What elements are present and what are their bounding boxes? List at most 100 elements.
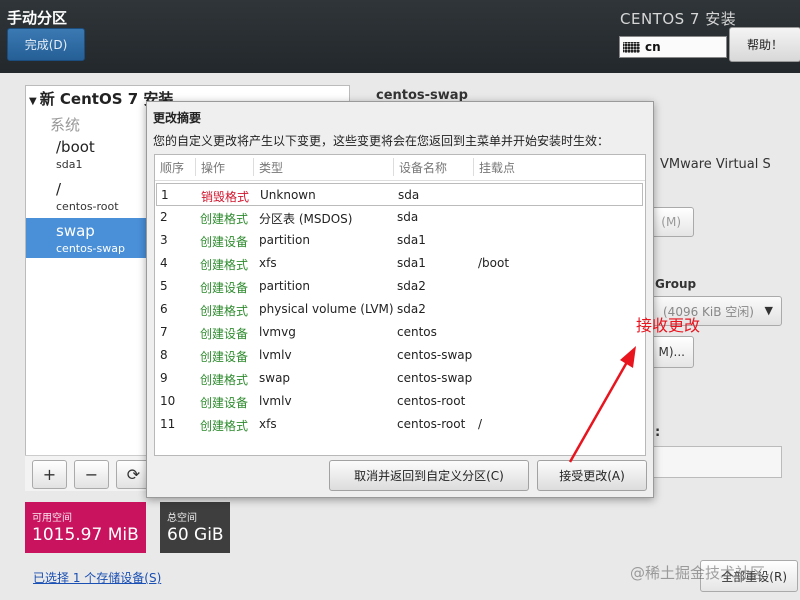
cell-device: sda2 bbox=[397, 279, 426, 293]
cell-action: 创建格式 bbox=[200, 258, 249, 272]
cell-device: centos-swap bbox=[397, 348, 473, 362]
accept-changes-button[interactable]: 接受更改(A) bbox=[537, 460, 647, 491]
cell-action: 销毁格式 bbox=[201, 190, 250, 204]
changes-table: 顺序 操作 类型 设备名称 挂载点 1 销毁格式 Unknown sda 2 创… bbox=[154, 154, 646, 456]
cell-order: 1 bbox=[161, 188, 169, 202]
available-space-value: 1015.97 MiB bbox=[32, 525, 139, 545]
cell-type: partition bbox=[259, 279, 310, 293]
table-row[interactable]: 7 创建设备 lvmvg centos bbox=[155, 321, 645, 344]
cell-device: centos-root bbox=[397, 394, 466, 408]
cell-type: lvmlv bbox=[259, 348, 292, 362]
mount-device: centos-root bbox=[56, 200, 119, 213]
cell-device: centos-root bbox=[397, 417, 466, 431]
cell-action: 创建设备 bbox=[200, 281, 249, 295]
cell-device: sda1 bbox=[397, 233, 426, 247]
dialog-title: 更改摘要 bbox=[153, 111, 202, 125]
column-header-device[interactable]: 设备名称 bbox=[399, 159, 447, 176]
cell-action: 创建格式 bbox=[200, 304, 249, 318]
cell-type: lvmvg bbox=[259, 325, 296, 339]
cell-order: 7 bbox=[160, 325, 168, 339]
table-row[interactable]: 9 创建格式 swap centos-swap bbox=[155, 367, 645, 390]
install-title: CENTOS 7 安装 bbox=[620, 10, 737, 28]
mount-device: centos-swap bbox=[56, 242, 125, 255]
cell-type: partition bbox=[259, 233, 310, 247]
cell-order: 6 bbox=[160, 302, 168, 316]
total-space-box: 总空间 60 GiB bbox=[160, 502, 230, 553]
page-title: 手动分区 bbox=[7, 9, 68, 27]
column-header-type[interactable]: 类型 bbox=[259, 159, 283, 176]
cell-type: xfs bbox=[259, 417, 277, 431]
cell-type: 分区表 (MSDOS) bbox=[259, 212, 353, 226]
column-divider bbox=[473, 158, 474, 176]
cell-action: 创建设备 bbox=[200, 327, 249, 341]
cell-mount: /boot bbox=[478, 256, 510, 270]
column-header-order[interactable]: 顺序 bbox=[160, 159, 184, 176]
cell-type: Unknown bbox=[260, 188, 316, 202]
table-row[interactable]: 11 创建格式 xfs centos-root / bbox=[155, 413, 645, 436]
table-row[interactable]: 5 创建设备 partition sda2 bbox=[155, 275, 645, 298]
table-row[interactable]: 8 创建设备 lvmlv centos-swap bbox=[155, 344, 645, 367]
column-header-mount[interactable]: 挂载点 bbox=[479, 159, 515, 176]
mount-name: swap bbox=[56, 222, 95, 240]
table-row[interactable]: 1 销毁格式 Unknown sda bbox=[156, 183, 643, 206]
table-row[interactable]: 2 创建格式 分区表 (MSDOS) sda bbox=[155, 206, 645, 229]
group-label-system: 系统 bbox=[50, 116, 81, 134]
cell-type: xfs bbox=[259, 256, 277, 270]
column-header-action[interactable]: 操作 bbox=[201, 159, 225, 176]
partition-toolbar: + − ⟳ bbox=[25, 455, 151, 491]
total-space-value: 60 GiB bbox=[167, 525, 224, 545]
add-partition-button[interactable]: + bbox=[32, 460, 67, 489]
expand-arrow-icon[interactable]: ▼ bbox=[29, 96, 37, 107]
dropdown-caret-icon: ▼ bbox=[764, 304, 773, 317]
remove-partition-button[interactable]: − bbox=[74, 460, 109, 489]
column-divider bbox=[195, 158, 196, 176]
table-row[interactable]: 10 创建设备 lvmlv centos-root bbox=[155, 390, 645, 413]
selected-storage-link[interactable]: 已选择 1 个存储设备(S) bbox=[33, 569, 161, 586]
volume-group-label: Group bbox=[655, 277, 697, 291]
dialog-description: 您的自定义更改将产生以下变更，这些变更将会在您返回到主菜单并开始安装时生效： bbox=[153, 134, 610, 148]
table-row[interactable]: 4 创建格式 xfs sda1 /boot bbox=[155, 252, 645, 275]
label-input[interactable] bbox=[640, 446, 782, 478]
keyboard-layout-label: cn bbox=[645, 40, 661, 54]
cell-action: 创建设备 bbox=[200, 396, 249, 410]
table-row[interactable]: 6 创建格式 physical volume (LVM) sda2 bbox=[155, 298, 645, 321]
field-label: : bbox=[655, 425, 661, 440]
column-divider bbox=[253, 158, 254, 176]
cell-action: 创建设备 bbox=[200, 350, 249, 364]
summary-of-changes-dialog: 更改摘要 您的自定义更改将产生以下变更，这些变更将会在您返回到主菜单并开始安装时… bbox=[146, 101, 654, 498]
keyboard-layout-indicator[interactable]: cn bbox=[619, 36, 727, 58]
mount-device: sda1 bbox=[56, 158, 83, 171]
table-header: 顺序 操作 类型 设备名称 挂载点 bbox=[155, 155, 645, 181]
cell-type: physical volume (LVM) bbox=[259, 302, 394, 316]
cell-order: 10 bbox=[160, 394, 176, 408]
cell-type: lvmlv bbox=[259, 394, 292, 408]
watermark: @稀土掘金技术社区 bbox=[630, 564, 766, 582]
mount-name: / bbox=[56, 180, 62, 198]
cell-device: sda bbox=[398, 188, 420, 202]
column-divider bbox=[393, 158, 394, 176]
cell-device: centos bbox=[397, 325, 437, 339]
available-space-label: 可用空间 bbox=[32, 513, 72, 524]
cell-device: sda bbox=[397, 210, 419, 224]
cancel-return-button[interactable]: 取消并返回到自定义分区(C) bbox=[329, 460, 529, 491]
cell-order: 5 bbox=[160, 279, 168, 293]
top-header-bar: 手动分区 完成(D) CENTOS 7 安装 cn 帮助！ bbox=[0, 0, 800, 73]
cell-action: 创建格式 bbox=[200, 373, 249, 387]
available-space-box: 可用空间 1015.97 MiB bbox=[25, 502, 146, 553]
cell-order: 3 bbox=[160, 233, 168, 247]
device-description: VMware Virtual S bbox=[660, 157, 771, 172]
cell-order: 8 bbox=[160, 348, 168, 362]
cell-order: 11 bbox=[160, 417, 176, 431]
annotation-label: 接收更改 bbox=[636, 316, 701, 335]
cell-device: sda1 bbox=[397, 256, 426, 270]
cell-order: 9 bbox=[160, 371, 168, 385]
keyboard-icon bbox=[623, 41, 640, 53]
cell-type: swap bbox=[259, 371, 291, 385]
table-row[interactable]: 3 创建设备 partition sda1 bbox=[155, 229, 645, 252]
done-button[interactable]: 完成(D) bbox=[7, 28, 85, 61]
cell-action: 创建设备 bbox=[200, 235, 249, 249]
cell-mount: / bbox=[478, 417, 483, 431]
help-button[interactable]: 帮助！ bbox=[729, 27, 800, 62]
cell-action: 创建格式 bbox=[200, 419, 249, 433]
cell-order: 2 bbox=[160, 210, 168, 224]
